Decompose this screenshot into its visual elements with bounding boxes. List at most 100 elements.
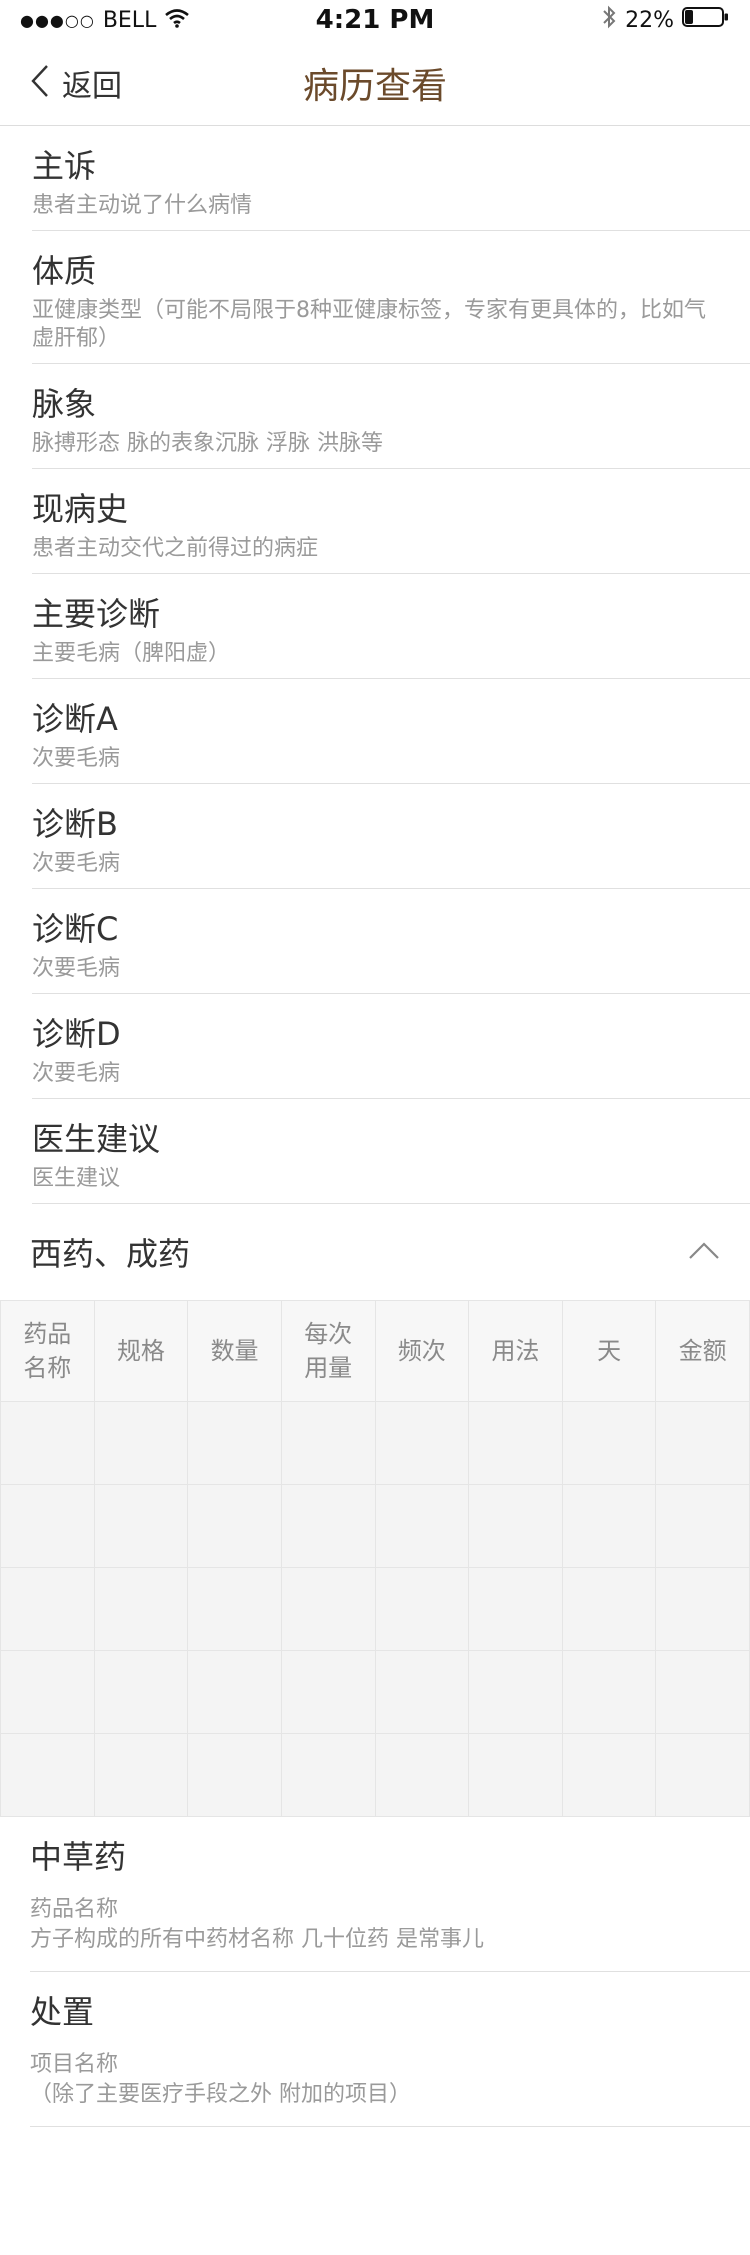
- table-header-row: 药品 名称 规格 数量 每次 用量 频次 用法 天 金额: [0, 1300, 750, 1402]
- disposal-title: 处置: [30, 1993, 95, 2031]
- section-doctor-advice: 医生建议 医生建议: [32, 1099, 750, 1204]
- table-cell: [93, 1567, 189, 1651]
- table-row: [0, 1733, 750, 1817]
- section-pulse: 脉象 脉搏形态 脉的表象沉脉 浮脉 洪脉等: [32, 364, 750, 469]
- section-subtitle: 次要毛病: [32, 851, 121, 876]
- section-subtitle: 患者主动交代之前得过的病症: [32, 536, 319, 561]
- table-cell: [468, 1567, 563, 1651]
- chevron-left-icon: [30, 64, 50, 102]
- table-cell: [187, 1401, 282, 1485]
- back-button[interactable]: 返回: [0, 61, 122, 105]
- herbal-drug-description: 方子构成的所有中药材名称 几十位药 是常事儿: [30, 1927, 484, 1952]
- table-cell: [655, 1484, 750, 1568]
- section-title: 诊断D: [32, 1015, 121, 1053]
- table-cell: [468, 1650, 563, 1734]
- column-header-line: 天: [597, 1337, 622, 1365]
- section-subtitle: 患者主动说了什么病情: [32, 193, 253, 218]
- disposal-item-name-label: 项目名称: [30, 2052, 119, 2077]
- table-cell: [374, 1650, 470, 1734]
- record-list: 主诉 患者主动说了什么病情 体质 亚健康类型（可能不局限于8种亚健康标签，专家有…: [0, 126, 750, 1204]
- table-cell: [374, 1567, 470, 1651]
- table-row: [0, 1650, 750, 1734]
- table-cell: [468, 1484, 563, 1568]
- column-header-drug-name: 药品 名称: [0, 1300, 95, 1402]
- table-cell: [187, 1733, 282, 1817]
- section-diagnosis-c: 诊断C 次要毛病: [32, 889, 750, 994]
- table-cell: [561, 1733, 657, 1817]
- table-cell: [0, 1650, 95, 1734]
- table-cell: [561, 1650, 657, 1734]
- section-subtitle: 亚健康类型（可能不局限于8种亚健康标签，专家有更具体的，比如气虚肝郁）: [32, 298, 706, 351]
- table-cell: [561, 1484, 657, 1568]
- section-history: 现病史 患者主动交代之前得过的病症: [32, 469, 750, 574]
- section-title: 医生建议: [32, 1120, 161, 1158]
- section-subtitle: 脉搏形态 脉的表象沉脉 浮脉 洪脉等: [32, 431, 383, 456]
- column-header-line: 用法: [491, 1337, 540, 1365]
- table-cell: [187, 1567, 282, 1651]
- table-cell: [468, 1401, 563, 1485]
- section-subtitle: 次要毛病: [32, 1061, 121, 1086]
- table-cell: [0, 1484, 95, 1568]
- status-time: 4:21 PM: [315, 5, 435, 35]
- table-cell: [655, 1650, 750, 1734]
- table-cell: [0, 1733, 95, 1817]
- section-subtitle: 次要毛病: [32, 956, 121, 981]
- section-title: 主诉: [32, 147, 97, 185]
- table-cell: [0, 1401, 95, 1485]
- herbal-medicine-title: 中草药: [30, 1838, 127, 1876]
- section-subtitle: 次要毛病: [32, 746, 121, 771]
- table-cell: [93, 1733, 189, 1817]
- herbal-medicine-section: 中草药 药品名称 方子构成的所有中药材名称 几十位药 是常事儿: [30, 1817, 750, 1972]
- status-bar: ●●●○○ BELL 4:21 PM 22%: [0, 0, 750, 40]
- section-title: 现病史: [32, 490, 129, 528]
- column-header-spec: 规格: [93, 1300, 189, 1402]
- column-header-frequency: 频次: [374, 1300, 470, 1402]
- table-row: [0, 1567, 750, 1651]
- table-cell: [93, 1401, 189, 1485]
- column-header-days: 天: [561, 1300, 657, 1402]
- table-cell: [280, 1650, 376, 1734]
- herbal-drug-name-label: 药品名称: [30, 1897, 119, 1922]
- section-chief-complaint: 主诉 患者主动说了什么病情: [32, 126, 750, 231]
- table-cell: [468, 1733, 563, 1817]
- column-header-line: 频次: [397, 1337, 446, 1365]
- western-medicine-toggle[interactable]: 西药、成药: [0, 1204, 750, 1300]
- column-header-quantity: 数量: [187, 1300, 282, 1402]
- western-medicine-title: 西药、成药: [30, 1235, 191, 1273]
- table-cell: [374, 1401, 470, 1485]
- section-diagnosis-d: 诊断D 次要毛病: [32, 994, 750, 1099]
- column-header-line: 规格: [116, 1337, 165, 1365]
- table-cell: [374, 1484, 470, 1568]
- section-title: 诊断B: [32, 805, 118, 843]
- table-cell: [280, 1733, 376, 1817]
- column-header-line: 数量: [210, 1337, 259, 1365]
- table-cell: [187, 1650, 282, 1734]
- table-cell: [280, 1567, 376, 1651]
- section-title: 脉象: [32, 385, 97, 423]
- nav-header: 返回 病历查看: [0, 40, 750, 126]
- column-header-dose: 每次 用量: [280, 1300, 376, 1402]
- section-title: 主要诊断: [32, 595, 161, 633]
- section-diagnosis-a: 诊断A 次要毛病: [32, 679, 750, 784]
- column-header-line: 药品: [23, 1320, 72, 1348]
- table-cell: [561, 1401, 657, 1485]
- table-row: [0, 1484, 750, 1568]
- section-constitution: 体质 亚健康类型（可能不局限于8种亚健康标签，专家有更具体的，比如气虚肝郁）: [32, 231, 750, 364]
- table-cell: [280, 1484, 376, 1568]
- column-header-line: 每次: [304, 1320, 353, 1348]
- table-cell: [655, 1567, 750, 1651]
- disposal-section: 处置 项目名称 （除了主要医疗手段之外 附加的项目）: [30, 1972, 750, 2127]
- western-medicine-table: 药品 名称 规格 数量 每次 用量 频次 用法 天 金额: [0, 1300, 750, 1817]
- chevron-up-icon: [688, 1240, 720, 1264]
- section-diagnosis-b: 诊断B 次要毛病: [32, 784, 750, 889]
- table-row: [0, 1401, 750, 1485]
- column-header-line: 金额: [678, 1337, 727, 1365]
- table-cell: [561, 1567, 657, 1651]
- column-header-line: 名称: [23, 1354, 72, 1382]
- table-cell: [187, 1484, 282, 1568]
- column-header-usage: 用法: [468, 1300, 563, 1402]
- table-cell: [93, 1484, 189, 1568]
- section-title: 诊断A: [32, 700, 118, 738]
- table-cell: [374, 1733, 470, 1817]
- section-subtitle: 主要毛病（脾阳虚）: [32, 641, 231, 666]
